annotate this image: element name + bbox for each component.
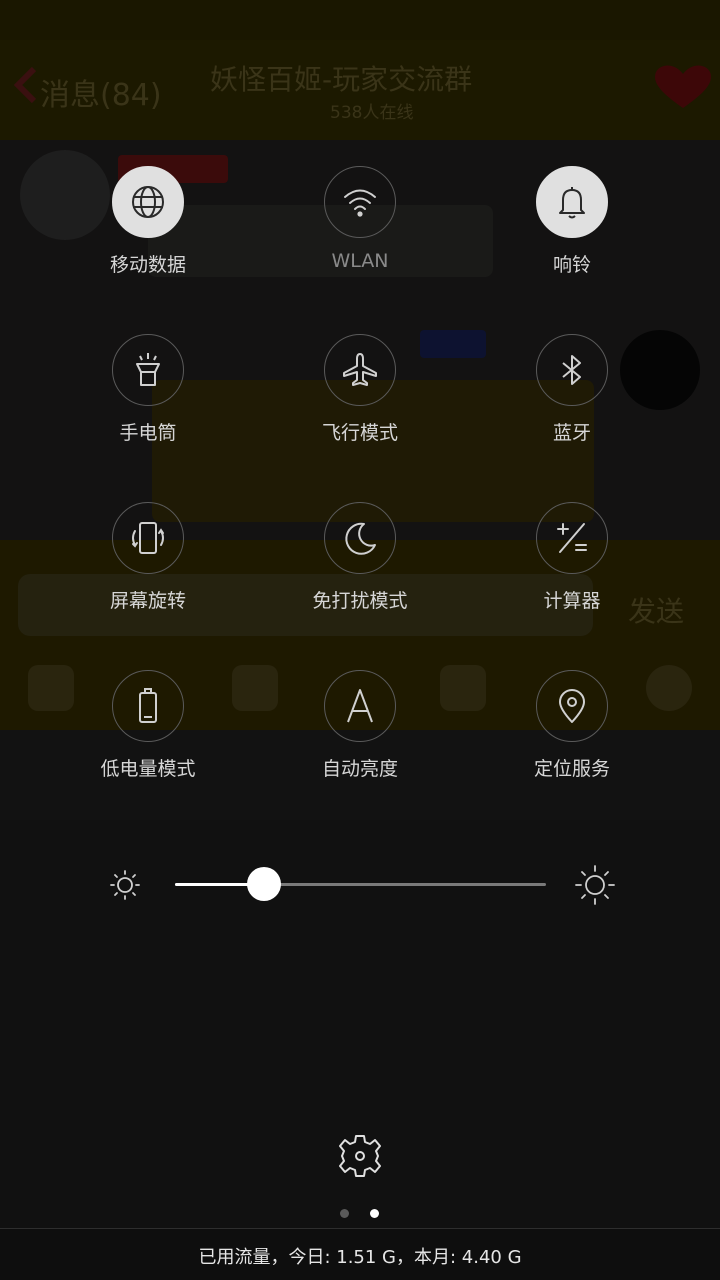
battery-icon: [139, 688, 157, 723]
bluetooth-toggle[interactable]: [536, 334, 608, 406]
tile-label: 飞行模式: [321, 422, 398, 444]
brightness-slider-thumb[interactable]: [247, 867, 282, 901]
tile-ringer[interactable]: 响铃: [492, 166, 652, 296]
ringer-toggle[interactable]: [536, 166, 608, 238]
location-services-toggle[interactable]: [536, 670, 608, 742]
tile-location-services[interactable]: 定位服务: [492, 670, 652, 800]
tile-bluetooth[interactable]: 蓝牙: [492, 334, 652, 464]
tile-label: 移动数据: [109, 254, 186, 276]
brightness-high-icon: [575, 865, 615, 905]
wifi-icon: [344, 189, 376, 217]
globe-icon: [132, 186, 164, 218]
low-power-mode-toggle[interactable]: [112, 670, 184, 742]
mobile-data-toggle[interactable]: [112, 166, 184, 238]
calculator-button[interactable]: [536, 502, 608, 574]
auto-brightness-icon: [347, 689, 373, 723]
rotate-icon: [132, 522, 164, 554]
tile-label: 蓝牙: [552, 422, 591, 444]
control-center: 移动数据 WLAN 响铃 手电筒 飞行模式 蓝牙 屏幕旋转 免打扰模式 计算器 …: [0, 0, 720, 1280]
page-dot-1[interactable]: [340, 1209, 349, 1218]
tile-label: 屏幕旋转: [109, 590, 186, 612]
tile-label: 计算器: [543, 590, 601, 612]
calculator-icon: [557, 523, 587, 553]
bluetooth-icon: [562, 355, 581, 385]
tile-calculator[interactable]: 计算器: [492, 502, 652, 632]
tile-low-power-mode[interactable]: 低电量模式: [68, 670, 228, 800]
do-not-disturb-toggle[interactable]: [324, 502, 396, 574]
tile-label: 定位服务: [533, 758, 610, 780]
auto-brightness-toggle[interactable]: [324, 670, 396, 742]
airplane-mode-toggle[interactable]: [324, 334, 396, 406]
tile-label: 低电量模式: [100, 758, 196, 780]
tile-label: 自动亮度: [321, 758, 398, 780]
tile-label: 响铃: [552, 254, 591, 276]
tile-screen-rotation[interactable]: 屏幕旋转: [68, 502, 228, 632]
brightness-control: [0, 860, 720, 910]
brightness-slider-track[interactable]: [175, 867, 546, 901]
tile-label: 免打扰模式: [312, 590, 408, 612]
tile-label: 手电筒: [119, 422, 177, 444]
moon-icon: [345, 522, 376, 555]
page-indicator: [340, 1209, 380, 1219]
tile-airplane-mode[interactable]: 飞行模式: [280, 334, 440, 464]
location-icon: [559, 689, 585, 723]
wlan-toggle[interactable]: [324, 166, 396, 238]
data-usage-footer: 已用流量，今日: 1.51 G，本月: 4.40 G: [0, 1228, 720, 1280]
screen-rotation-toggle[interactable]: [112, 502, 184, 574]
airplane-icon: [343, 353, 377, 386]
tile-wlan[interactable]: WLAN: [280, 166, 440, 296]
brightness-low-icon: [110, 870, 140, 900]
flashlight-toggle[interactable]: [112, 334, 184, 406]
flashlight-icon: [136, 353, 160, 386]
tile-label: WLAN: [331, 250, 389, 272]
tile-mobile-data[interactable]: 移动数据: [68, 166, 228, 296]
data-usage-text: 已用流量，今日: 1.51 G，本月: 4.40 G: [198, 1247, 522, 1268]
tile-auto-brightness[interactable]: 自动亮度: [280, 670, 440, 800]
tile-flashlight[interactable]: 手电筒: [68, 334, 228, 464]
bell-icon: [559, 187, 585, 219]
page-dot-2[interactable]: [370, 1209, 379, 1218]
tile-do-not-disturb[interactable]: 免打扰模式: [280, 502, 440, 632]
settings-gear-icon[interactable]: [336, 1132, 384, 1180]
